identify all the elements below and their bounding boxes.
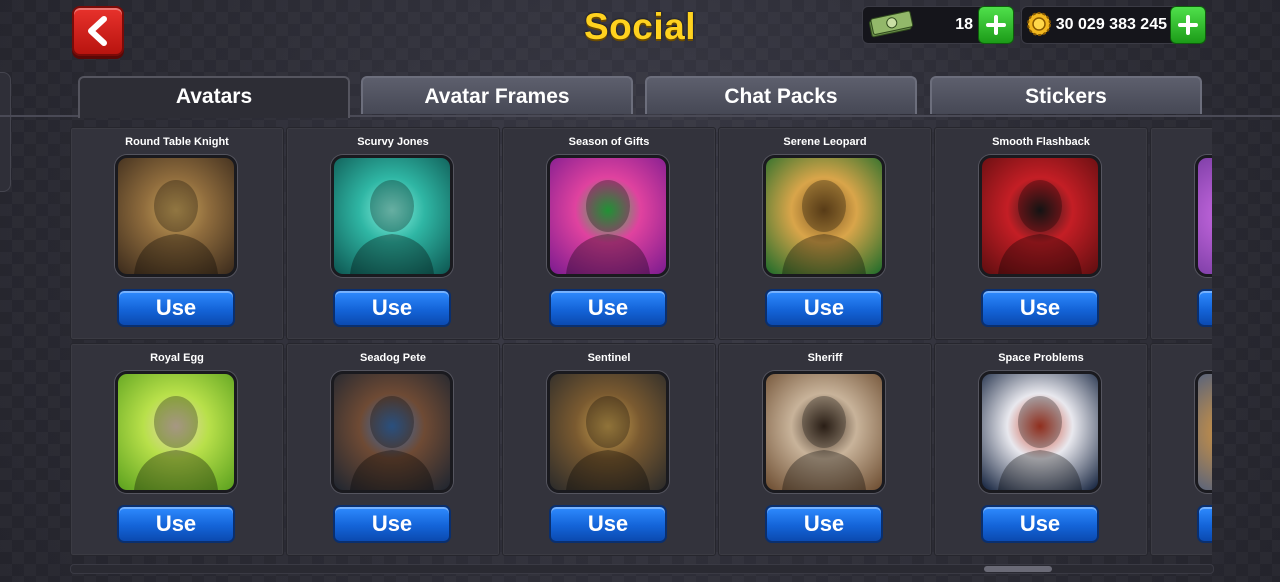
- avatar-card: Sentinel Use: [502, 343, 716, 556]
- avatar-image[interactable]: [979, 371, 1101, 493]
- avatar-image[interactable]: [547, 155, 669, 277]
- use-button[interactable]: Use: [765, 289, 883, 327]
- avatar-name: Sentinel: [587, 352, 631, 364]
- avatar-image[interactable]: [547, 371, 669, 493]
- tab-avatars[interactable]: Avatars: [78, 76, 350, 118]
- avatar-portrait-icon: [134, 396, 218, 490]
- avatar-image[interactable]: [1195, 371, 1212, 493]
- avatar-name: Season of Gifts: [568, 136, 650, 148]
- avatar-portrait-icon: [782, 180, 866, 274]
- cash-icon: [868, 10, 914, 38]
- avatar-card-partial: [1150, 127, 1212, 340]
- avatar-image[interactable]: [979, 155, 1101, 277]
- scrollbar-thumb[interactable]: [984, 566, 1052, 572]
- avatar-card-partial: [1150, 343, 1212, 556]
- avatar-portrait-icon: [998, 396, 1082, 490]
- coin-value: 30 029 383 245: [1055, 16, 1167, 33]
- avatar-card: Serene Leopard Use: [718, 127, 932, 340]
- tab-avatar-frames[interactable]: Avatar Frames: [361, 76, 633, 114]
- avatar-name: Scurvy Jones: [357, 136, 429, 148]
- plus-icon: [1178, 15, 1198, 35]
- add-cash-button[interactable]: [978, 6, 1014, 44]
- avatar-portrait-icon: [566, 396, 650, 490]
- use-button[interactable]: Use: [333, 289, 451, 327]
- avatar-portrait-icon: [134, 180, 218, 274]
- avatar-card: Royal Egg Use: [70, 343, 284, 556]
- horizontal-scrollbar[interactable]: [70, 564, 1214, 574]
- avatar-card: Round Table Knight Use: [70, 127, 284, 340]
- use-button[interactable]: Use: [117, 505, 235, 543]
- use-button[interactable]: Use: [981, 505, 1099, 543]
- avatar-card: Space Problems Use: [934, 343, 1148, 556]
- avatar-image[interactable]: [763, 155, 885, 277]
- avatar-card: Seadog Pete Use: [286, 343, 500, 556]
- use-button[interactable]: [1197, 505, 1212, 543]
- avatar-grid: Round Table Knight Use Scurvy Jones Use Seas…: [70, 127, 1212, 557]
- avatar-image[interactable]: [331, 371, 453, 493]
- use-button[interactable]: Use: [765, 505, 883, 543]
- avatar-card: Scurvy Jones Use: [286, 127, 500, 340]
- avatar-name: Serene Leopard: [783, 136, 867, 148]
- avatar-card: Season of Gifts Use: [502, 127, 716, 340]
- avatar-image[interactable]: [115, 371, 237, 493]
- avatar-portrait-icon: [350, 396, 434, 490]
- use-button[interactable]: Use: [117, 289, 235, 327]
- avatar-image[interactable]: [763, 371, 885, 493]
- add-coins-button[interactable]: [1170, 6, 1206, 44]
- coin-counter: 30 029 383 245: [1021, 6, 1206, 44]
- avatar-portrait-icon: [350, 180, 434, 274]
- coin-icon: [1027, 12, 1051, 36]
- avatar-card: Smooth Flashback Use: [934, 127, 1148, 340]
- cash-counter: 18: [862, 6, 1014, 44]
- avatar-name: Sheriff: [807, 352, 843, 364]
- use-button[interactable]: [1197, 289, 1212, 327]
- avatar-portrait-icon: [998, 180, 1082, 274]
- cash-value: 18: [955, 16, 973, 33]
- avatar-name: Royal Egg: [150, 352, 204, 364]
- avatar-image[interactable]: [115, 155, 237, 277]
- use-button[interactable]: Use: [549, 289, 667, 327]
- avatar-name: Round Table Knight: [125, 136, 229, 148]
- avatar-card: Sheriff Use: [718, 343, 932, 556]
- tab-chat-packs[interactable]: Chat Packs: [645, 76, 917, 114]
- avatar-portrait-icon: [782, 396, 866, 490]
- avatar-name: Smooth Flashback: [992, 136, 1090, 148]
- avatar-name: Space Problems: [998, 352, 1084, 364]
- avatar-image[interactable]: [331, 155, 453, 277]
- use-button[interactable]: Use: [981, 289, 1099, 327]
- avatar-name: Seadog Pete: [359, 352, 427, 364]
- use-button[interactable]: Use: [333, 505, 451, 543]
- side-panel-handle[interactable]: [0, 72, 11, 192]
- tab-stickers[interactable]: Stickers: [930, 76, 1202, 114]
- plus-icon: [986, 15, 1006, 35]
- use-button[interactable]: Use: [549, 505, 667, 543]
- avatar-portrait-icon: [566, 180, 650, 274]
- avatar-image[interactable]: [1195, 155, 1212, 277]
